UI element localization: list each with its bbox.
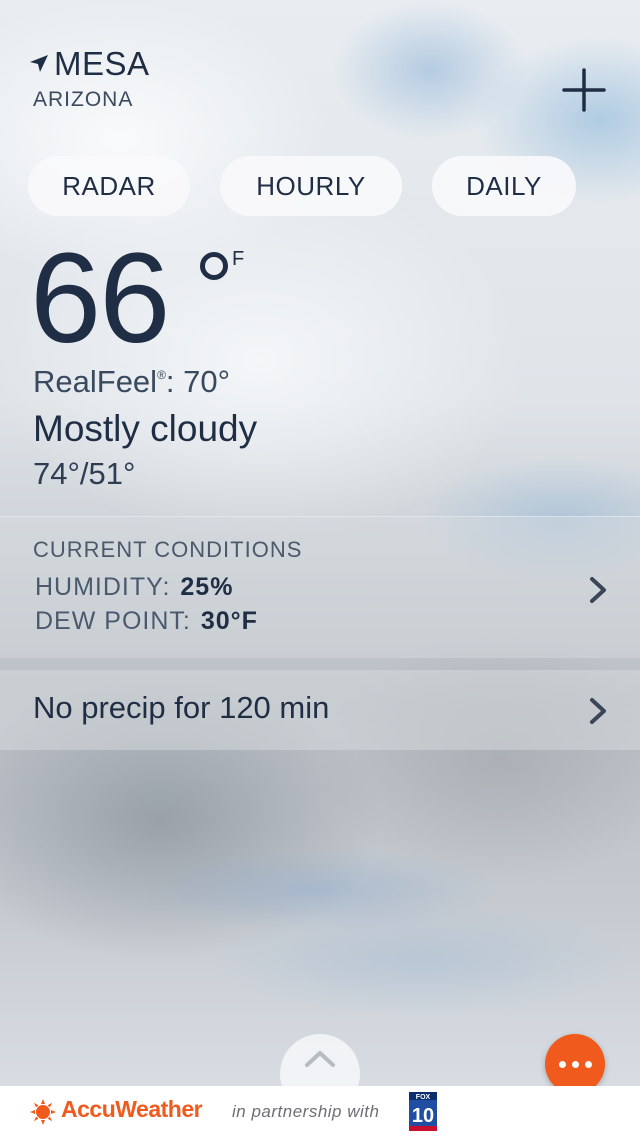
precipitation-panel[interactable]: No precip for 120 min [0,670,640,750]
view-tabs: RADAR HOURLY DAILY [28,156,576,216]
realfeel-label: RealFeel [33,364,158,399]
partnership-text: in partnership with [232,1102,380,1121]
city-row: MESA [28,44,150,84]
plus-icon [562,68,606,112]
dew-point-row: DEW POINT: 30°F [35,607,258,636]
more-dots-icon [558,1060,566,1068]
add-location-button[interactable] [560,66,608,114]
humidity-label: HUMIDITY: [35,573,171,601]
realfeel: RealFeel ®: 70° [33,364,230,400]
current-temperature: 66 F [30,234,330,364]
chevron-right-icon [590,577,606,603]
state-name: ARIZONA [33,88,134,111]
precipitation-text: No precip for 120 min [33,690,330,725]
accuweather-brand[interactable]: AccuWeather [61,1096,203,1123]
tab-daily[interactable]: DAILY [432,156,576,216]
more-dots-icon [571,1060,579,1068]
humidity-row: HUMIDITY: 25% [35,573,233,602]
current-conditions-panel[interactable]: CURRENT CONDITIONS HUMIDITY: 25% DEW POI… [0,516,640,658]
more-options-button[interactable] [545,1034,605,1094]
location-header[interactable]: MESA ARIZONA [28,44,150,112]
temperature-value: 66 [30,227,170,370]
current-conditions-title: CURRENT CONDITIONS [33,537,303,562]
tab-hourly[interactable]: HOURLY [220,156,402,216]
humidity-value: 25% [180,573,234,601]
footer-banner: AccuWeather in partnership with FOX 10 [0,1086,640,1136]
fox10-logo[interactable]: FOX 10 [406,1090,440,1132]
chevron-right-icon [590,698,606,724]
navigation-arrow-icon [30,55,48,72]
realfeel-value: : 70° [165,364,231,399]
registered-mark: ® [157,368,166,382]
degree-symbol [200,252,228,280]
svg-text:FOX: FOX [416,1094,431,1101]
accuweather-sun-logo [30,1099,56,1125]
tab-radar[interactable]: RADAR [28,156,190,216]
dew-point-label: DEW POINT: [35,607,191,635]
chevron-up-icon [305,1051,335,1067]
weather-screen: MESA ARIZONA RADAR HOURLY DAILY 66 F Rea… [0,0,640,1136]
temperature-unit: F [232,248,245,270]
svg-text:10: 10 [412,1105,434,1127]
city-name: MESA [54,45,150,82]
high-low-temperature: 74°/51° [33,456,136,491]
weather-condition: Mostly cloudy [33,408,258,449]
more-dots-icon [584,1060,592,1068]
dew-point-value: 30°F [200,607,258,635]
